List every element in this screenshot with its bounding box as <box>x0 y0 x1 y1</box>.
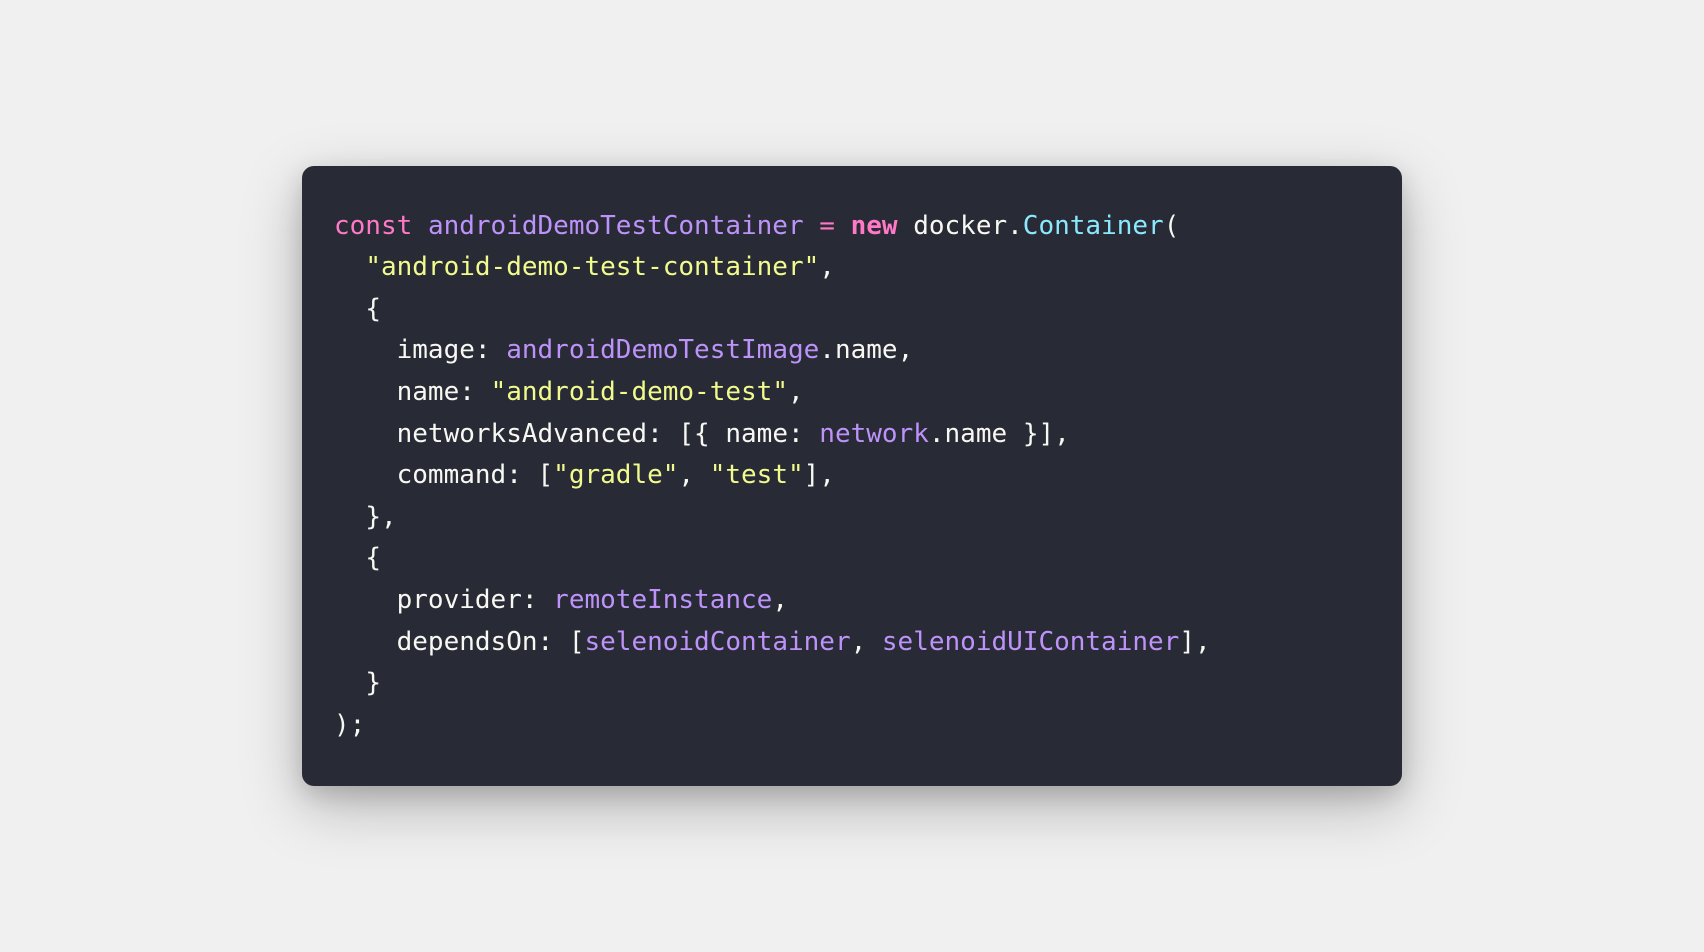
code-token: { <box>365 543 381 573</box>
code-token <box>553 627 569 657</box>
code-token: const <box>334 211 412 241</box>
code-token: : <box>647 419 663 449</box>
code-token: ] <box>1179 627 1195 657</box>
code-token: [ <box>538 460 554 490</box>
code-token: new <box>851 211 898 241</box>
code-token: , <box>898 335 914 365</box>
code-token: [ <box>569 627 585 657</box>
code-token: . <box>1007 211 1023 241</box>
code-token: : <box>475 335 491 365</box>
code-token: ( <box>1164 211 1180 241</box>
code-token <box>694 460 710 490</box>
code-token: , <box>851 627 867 657</box>
code-token <box>804 419 820 449</box>
code-token: . <box>929 419 945 449</box>
code-token <box>334 502 365 532</box>
code-token: { <box>365 294 381 324</box>
code-token <box>898 211 914 241</box>
code-token: ) <box>334 710 350 740</box>
code-content: const androidDemoTestContainer = new doc… <box>334 211 1211 740</box>
code-token: name <box>397 377 460 407</box>
code-token: docker <box>913 211 1007 241</box>
code-token: : <box>538 627 554 657</box>
code-token <box>866 627 882 657</box>
code-token: "android-demo-test" <box>491 377 788 407</box>
code-token: networksAdvanced <box>397 419 647 449</box>
code-token <box>412 211 428 241</box>
code-token: { <box>694 419 710 449</box>
code-token <box>663 419 679 449</box>
code-token: dependsOn <box>397 627 538 657</box>
code-token <box>334 419 397 449</box>
code-token <box>491 335 507 365</box>
code-token: } <box>1023 419 1039 449</box>
code-token: : <box>459 377 475 407</box>
code-token <box>334 585 397 615</box>
code-token: , <box>819 252 835 282</box>
code-token: , <box>678 460 694 490</box>
code-token <box>475 377 491 407</box>
code-token <box>334 294 365 324</box>
code-token: "gradle" <box>553 460 678 490</box>
code-token: , <box>381 502 397 532</box>
code-token: } <box>365 668 381 698</box>
code-token <box>334 543 365 573</box>
code-token: ] <box>804 460 820 490</box>
code-block-container: const androidDemoTestContainer = new doc… <box>302 166 1402 787</box>
code-token: provider <box>397 585 522 615</box>
code-token: : <box>522 585 538 615</box>
code-token <box>710 419 726 449</box>
code-token: selenoidContainer <box>584 627 850 657</box>
code-block: const androidDemoTestContainer = new doc… <box>334 206 1370 747</box>
code-token: . <box>819 335 835 365</box>
code-token: name <box>945 419 1008 449</box>
code-token <box>334 460 397 490</box>
code-token: command <box>397 460 507 490</box>
code-token <box>538 585 554 615</box>
code-token: : <box>788 419 804 449</box>
code-token: ] <box>1038 419 1054 449</box>
code-token: , <box>1054 419 1070 449</box>
code-token: [ <box>678 419 694 449</box>
code-token: , <box>1195 627 1211 657</box>
code-token: } <box>365 502 381 532</box>
code-token: "android-demo-test-container" <box>365 252 819 282</box>
code-token: androidDemoTestContainer <box>428 211 804 241</box>
code-token <box>522 460 538 490</box>
code-token: , <box>788 377 804 407</box>
code-token: , <box>819 460 835 490</box>
code-token <box>1007 419 1023 449</box>
code-token: androidDemoTestImage <box>506 335 819 365</box>
code-token <box>334 335 397 365</box>
code-token: selenoidUIContainer <box>882 627 1179 657</box>
code-token: : <box>506 460 522 490</box>
code-token: remoteInstance <box>553 585 772 615</box>
code-token: network <box>819 419 929 449</box>
code-token <box>334 668 365 698</box>
code-token <box>334 627 397 657</box>
code-token: name <box>835 335 898 365</box>
code-token: Container <box>1023 211 1164 241</box>
code-token <box>804 211 820 241</box>
code-token: name <box>725 419 788 449</box>
code-token: , <box>772 585 788 615</box>
code-token: = <box>819 211 835 241</box>
code-token: image <box>397 335 475 365</box>
code-token <box>835 211 851 241</box>
code-token <box>334 252 365 282</box>
code-token: "test" <box>710 460 804 490</box>
code-token: ; <box>350 710 366 740</box>
code-token <box>334 377 397 407</box>
